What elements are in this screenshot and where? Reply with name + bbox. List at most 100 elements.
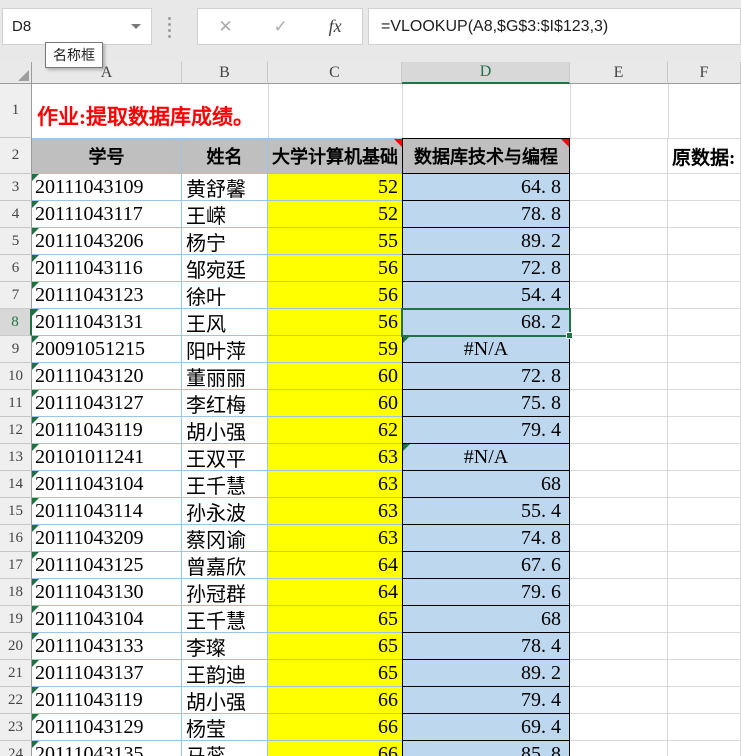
cell-C6[interactable]: 56	[268, 255, 402, 282]
cell-B10[interactable]: 董丽丽	[182, 363, 268, 390]
cell-C4[interactable]: 52	[268, 201, 402, 228]
cell-C7[interactable]: 56	[268, 282, 402, 309]
cell-F23[interactable]	[668, 714, 741, 741]
cell-A6[interactable]: 20111043116	[32, 255, 182, 282]
cell-A3[interactable]: 20111043109	[32, 174, 182, 201]
cell-A23[interactable]: 20111043129	[32, 714, 182, 741]
cell-E18[interactable]	[570, 579, 668, 606]
cell-C19[interactable]: 65	[268, 606, 402, 633]
cell-A20[interactable]: 20111043133	[32, 633, 182, 660]
cell-A21[interactable]: 20111043137	[32, 660, 182, 687]
formula-bar-drag-handle[interactable]	[168, 17, 171, 38]
cell-B20[interactable]: 李璨	[182, 633, 268, 660]
cell-A16[interactable]: 20111043209	[32, 525, 182, 552]
column-header-D[interactable]: D	[402, 62, 570, 84]
cell-D18[interactable]: 79. 6	[402, 579, 570, 606]
row-header-22[interactable]: 22	[0, 687, 32, 714]
cell-E5[interactable]	[570, 228, 668, 255]
cell-F18[interactable]	[668, 579, 741, 606]
cell-F2-side-note[interactable]: 原数据:	[668, 138, 741, 174]
cell-D15[interactable]: 55. 4	[402, 498, 570, 525]
cell-B18[interactable]: 孙冠群	[182, 579, 268, 606]
row-header-24[interactable]: 24	[0, 741, 32, 756]
row-header-14[interactable]: 14	[0, 471, 32, 498]
cell-D9[interactable]: #N/A	[402, 336, 570, 363]
row-header-1[interactable]: 1	[0, 84, 32, 138]
cell-E20[interactable]	[570, 633, 668, 660]
cell-C2-header[interactable]: 大学计算机基础	[268, 138, 402, 174]
cell-D10[interactable]: 72. 8	[402, 363, 570, 390]
confirm-icon[interactable]: ✓	[273, 17, 287, 37]
cell-E24[interactable]	[570, 741, 668, 756]
cell-F21[interactable]	[668, 660, 741, 687]
cell-B17[interactable]: 曾嘉欣	[182, 552, 268, 579]
cell-B9[interactable]: 阳叶萍	[182, 336, 268, 363]
cell-A10[interactable]: 20111043120	[32, 363, 182, 390]
cell-D12[interactable]: 79. 4	[402, 417, 570, 444]
row-header-5[interactable]: 5	[0, 228, 32, 255]
cell-A14[interactable]: 20111043104	[32, 471, 182, 498]
cell-D13[interactable]: #N/A	[402, 444, 570, 471]
cell-E10[interactable]	[570, 363, 668, 390]
cell-A12[interactable]: 20111043119	[32, 417, 182, 444]
row-header-10[interactable]: 10	[0, 363, 32, 390]
cell-A19[interactable]: 20111043104	[32, 606, 182, 633]
cell-D11[interactable]: 75. 8	[402, 390, 570, 417]
cell-B2-header[interactable]: 姓名	[182, 138, 268, 174]
cell-C13[interactable]: 63	[268, 444, 402, 471]
cell-A7[interactable]: 20111043123	[32, 282, 182, 309]
cell-E7[interactable]	[570, 282, 668, 309]
cell-F20[interactable]	[668, 633, 741, 660]
cell-E19[interactable]	[570, 606, 668, 633]
row-header-2[interactable]: 2	[0, 138, 32, 174]
row-header-11[interactable]: 11	[0, 390, 32, 417]
cell-E2[interactable]	[570, 138, 668, 174]
cell-A22[interactable]: 20111043119	[32, 687, 182, 714]
cell-A4[interactable]: 20111043117	[32, 201, 182, 228]
row-header-7[interactable]: 7	[0, 282, 32, 309]
insert-function-icon[interactable]: fx	[329, 16, 342, 37]
cell-F5[interactable]	[668, 228, 741, 255]
cell-B8[interactable]: 王风	[182, 309, 268, 336]
cell-F24[interactable]	[668, 741, 741, 756]
cell-D20[interactable]: 78. 4	[402, 633, 570, 660]
row-header-18[interactable]: 18	[0, 579, 32, 606]
chevron-down-icon[interactable]	[131, 24, 141, 29]
cell-F11[interactable]	[668, 390, 741, 417]
row-header-13[interactable]: 13	[0, 444, 32, 471]
cell-C14[interactable]: 63	[268, 471, 402, 498]
cell-C5[interactable]: 55	[268, 228, 402, 255]
cell-C20[interactable]: 65	[268, 633, 402, 660]
cell-B3[interactable]: 黄舒馨	[182, 174, 268, 201]
column-header-E[interactable]: E	[570, 62, 668, 84]
cell-D16[interactable]: 74. 8	[402, 525, 570, 552]
row-header-16[interactable]: 16	[0, 525, 32, 552]
cell-C16[interactable]: 63	[268, 525, 402, 552]
cell-C11[interactable]: 60	[268, 390, 402, 417]
cell-A9[interactable]: 20091051215	[32, 336, 182, 363]
cell-E9[interactable]	[570, 336, 668, 363]
cell-A11[interactable]: 20111043127	[32, 390, 182, 417]
cell-A15[interactable]: 20111043114	[32, 498, 182, 525]
cell-E22[interactable]	[570, 687, 668, 714]
cell-A24[interactable]: 20111043135	[32, 741, 182, 756]
cell-B22[interactable]: 胡小强	[182, 687, 268, 714]
cell-B23[interactable]: 杨莹	[182, 714, 268, 741]
cell-B5[interactable]: 杨宁	[182, 228, 268, 255]
cell-F4[interactable]	[668, 201, 741, 228]
formula-input[interactable]: =VLOOKUP(A8,$G$3:$I$123,3)	[368, 8, 741, 45]
cell-C9[interactable]: 59	[268, 336, 402, 363]
cell-B15[interactable]: 孙永波	[182, 498, 268, 525]
cell-D22[interactable]: 79. 4	[402, 687, 570, 714]
cell-F7[interactable]	[668, 282, 741, 309]
cancel-icon[interactable]: ✕	[218, 17, 232, 37]
cell-D3[interactable]: 64. 8	[402, 174, 570, 201]
fill-handle[interactable]	[566, 332, 573, 339]
cell-B13[interactable]: 王双平	[182, 444, 268, 471]
cell-A18[interactable]: 20111043130	[32, 579, 182, 606]
cell-F3[interactable]	[668, 174, 741, 201]
column-header-F[interactable]: F	[668, 62, 741, 84]
cell-B4[interactable]: 王嵘	[182, 201, 268, 228]
cell-D7[interactable]: 54. 4	[402, 282, 570, 309]
column-header-C[interactable]: C	[268, 62, 402, 84]
